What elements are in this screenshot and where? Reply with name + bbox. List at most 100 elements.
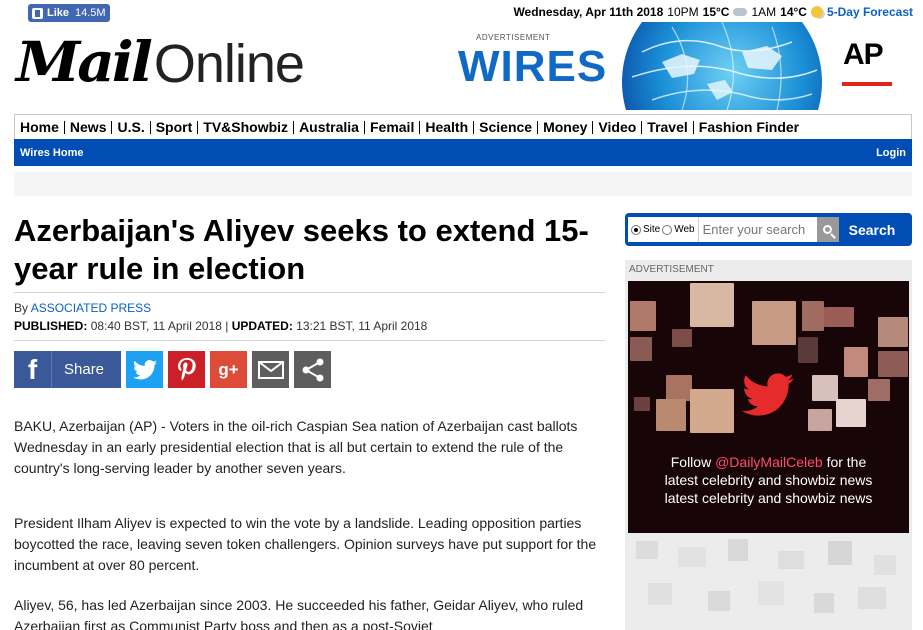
article-paragraph: Aliyev, 56, has led Azerbaijan since 200… bbox=[14, 597, 584, 630]
date-separator: | bbox=[225, 319, 229, 333]
ad-photo-tile bbox=[808, 409, 832, 431]
ad-photo-tile bbox=[630, 337, 652, 361]
ad-photo-tile bbox=[630, 301, 656, 331]
nav-item-femail[interactable]: Femail bbox=[365, 120, 421, 134]
divider bbox=[14, 292, 606, 293]
facebook-like-button[interactable]: Like 14.5M bbox=[28, 4, 110, 22]
googleplus-share-button[interactable]: g+ bbox=[210, 351, 247, 388]
nav-item-tvshowbiz[interactable]: TV&Showbiz bbox=[198, 120, 295, 134]
forecast-link[interactable]: 5-Day Forecast bbox=[827, 5, 913, 19]
weather-temp-1: 15°C bbox=[702, 5, 730, 19]
more-share-button[interactable] bbox=[294, 351, 331, 388]
search-scope: Site Web bbox=[628, 217, 699, 242]
author-link[interactable]: ASSOCIATED PRESS bbox=[31, 301, 151, 315]
ad-photo-tile bbox=[802, 301, 824, 331]
search-icon bbox=[823, 225, 833, 234]
ad-line-2: latest celebrity and showbiz news bbox=[664, 472, 873, 488]
article-dates: PUBLISHED: 08:40 BST, 11 April 2018 | UP… bbox=[14, 319, 427, 333]
pinterest-share-button[interactable] bbox=[168, 351, 205, 388]
published-date: 08:40 BST, 11 April 2018 bbox=[90, 319, 222, 333]
ad-photo-tile bbox=[878, 351, 908, 377]
ad-placeholder-strip bbox=[14, 172, 912, 196]
ad-label: ADVERTISEMENT bbox=[629, 264, 714, 275]
site-radio-label: Site bbox=[643, 224, 661, 235]
ad-photo-tile bbox=[812, 375, 838, 401]
banner-ad-label: ADVERTISEMENT bbox=[476, 33, 551, 42]
logo-online: Online bbox=[153, 34, 305, 94]
nav-item-us[interactable]: U.S. bbox=[112, 120, 151, 134]
byline-prefix: By bbox=[14, 301, 29, 315]
nav-item-sport[interactable]: Sport bbox=[151, 120, 199, 134]
nav-item-travel[interactable]: Travel bbox=[642, 120, 694, 134]
like-count: 14.5M bbox=[75, 7, 106, 19]
article-paragraph: BAKU, Azerbaijan (AP) - Voters in the oi… bbox=[14, 418, 578, 476]
ad-photo-tile bbox=[634, 397, 650, 411]
envelope-icon bbox=[257, 360, 284, 379]
share-nodes-icon bbox=[302, 358, 323, 381]
ad-caption: Follow @DailyMailCeleb for the latest ce… bbox=[628, 453, 909, 507]
sun-cloud-icon bbox=[810, 6, 823, 18]
search-bar: Site Web Search bbox=[625, 213, 912, 246]
nav-item-health[interactable]: Health bbox=[420, 120, 475, 134]
ad-follow-suffix: for the bbox=[826, 454, 867, 470]
facebook-share-button[interactable]: f Share bbox=[14, 351, 121, 388]
ad-photo-tile bbox=[844, 347, 868, 377]
celeb-ad-banner[interactable]: Follow @DailyMailCeleb for the latest ce… bbox=[628, 281, 909, 533]
date-weather-bar: Wednesday, Apr 11th 2018 10PM 15°C 1AM 1… bbox=[513, 5, 913, 19]
share-bar: f Share g+ bbox=[14, 351, 331, 388]
web-radio[interactable] bbox=[662, 224, 673, 235]
nav-item-home[interactable]: Home bbox=[15, 120, 65, 134]
updated-date: 13:21 BST, 11 April 2018 bbox=[296, 319, 428, 333]
globe-graphic bbox=[622, 22, 822, 110]
nav-item-australia[interactable]: Australia bbox=[294, 120, 365, 134]
weather-time-1: 10PM bbox=[667, 5, 699, 19]
wires-banner-text[interactable]: WIRES bbox=[458, 42, 607, 92]
share-label: Share bbox=[64, 361, 105, 378]
search-button[interactable]: Search bbox=[849, 222, 896, 238]
googleplus-icon: g+ bbox=[218, 359, 239, 379]
ap-logo: AP bbox=[843, 38, 884, 71]
ad-photo-tile bbox=[878, 317, 908, 347]
like-label: Like bbox=[47, 7, 70, 19]
nav-item-news[interactable]: News bbox=[65, 120, 113, 134]
cloud-icon bbox=[733, 8, 748, 16]
current-date: Wednesday, Apr 11th 2018 bbox=[513, 5, 664, 19]
pinterest-icon bbox=[177, 357, 196, 381]
facebook-icon: f bbox=[14, 351, 52, 388]
ad-photo-tile bbox=[690, 389, 734, 433]
twitter-icon bbox=[132, 359, 157, 379]
main-nav: Home News U.S. Sport TV&Showbiz Australi… bbox=[14, 114, 912, 139]
search-icon-button[interactable] bbox=[816, 217, 839, 242]
sub-nav: Wires Home Login bbox=[14, 139, 912, 166]
ad-background-pattern bbox=[636, 539, 896, 613]
ad-photo-tile bbox=[824, 307, 854, 327]
thumbs-up-icon bbox=[32, 7, 43, 19]
email-share-button[interactable] bbox=[252, 351, 289, 388]
ad-photo-tile bbox=[666, 375, 692, 401]
ad-photo-tile bbox=[690, 283, 734, 327]
ad-follow-text: Follow bbox=[670, 454, 712, 470]
logo-mail: Mail bbox=[16, 29, 153, 95]
wires-home-link[interactable]: Wires Home bbox=[20, 147, 83, 159]
ad-twitter-handle: @DailyMailCeleb bbox=[715, 454, 823, 470]
site-radio[interactable] bbox=[631, 224, 641, 235]
ad-photo-tile bbox=[836, 399, 866, 427]
ad-photo-tile bbox=[798, 337, 818, 363]
article-headline: Azerbaijan's Aliyev seeks to extend 15-y… bbox=[14, 213, 589, 286]
login-link[interactable]: Login bbox=[876, 147, 906, 159]
nav-item-money[interactable]: Money bbox=[538, 120, 594, 134]
site-logo[interactable]: Mail Online bbox=[16, 28, 305, 95]
search-input[interactable] bbox=[698, 217, 817, 242]
divider bbox=[14, 340, 606, 341]
ad-photo-tile bbox=[752, 301, 796, 345]
twitter-bird-icon bbox=[742, 373, 794, 416]
nav-item-fashion-finder[interactable]: Fashion Finder bbox=[694, 120, 804, 134]
nav-item-video[interactable]: Video bbox=[593, 120, 643, 134]
twitter-share-button[interactable] bbox=[126, 351, 163, 388]
nav-item-science[interactable]: Science bbox=[474, 120, 539, 134]
weather-temp-2: 14°C bbox=[780, 5, 807, 19]
byline: By ASSOCIATED PRESS bbox=[14, 301, 151, 315]
ad-photo-tile bbox=[868, 379, 890, 401]
ad-photo-tile bbox=[672, 329, 692, 347]
ad-line-3: latest celebrity and showbiz news bbox=[664, 490, 873, 506]
